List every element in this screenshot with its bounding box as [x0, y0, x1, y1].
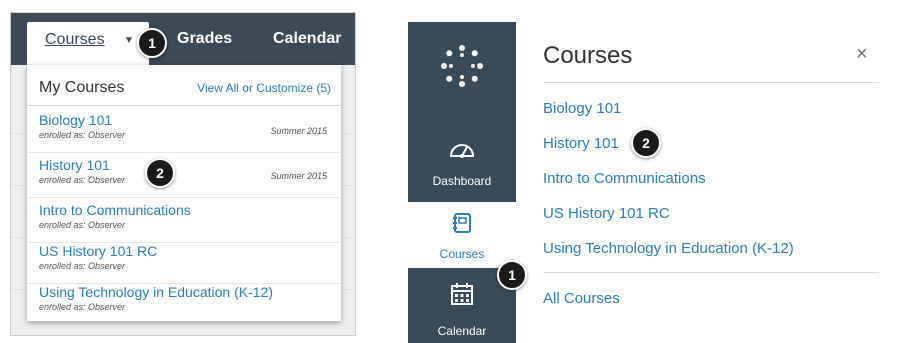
tray-course-link[interactable]: US History 101 RC: [543, 205, 670, 222]
course-item[interactable]: History 101 enrolled as: Observer Summer…: [27, 153, 341, 198]
tray-title: Courses: [543, 42, 633, 69]
tray-course-link[interactable]: Biology 101: [543, 100, 621, 117]
nav-calendar[interactable]: Calendar: [273, 30, 341, 48]
course-item[interactable]: Intro to Communications enrolled as: Obs…: [27, 198, 341, 243]
course-name[interactable]: Intro to Communications: [39, 202, 191, 218]
old-ui-screenshot: Grades Calendar Courses ▼ My Courses Vie…: [10, 12, 356, 336]
course-item[interactable]: US History 101 RC enrolled as: Observer: [27, 239, 341, 284]
courses-label: Courses: [439, 247, 485, 261]
callout-badge-2: 2: [145, 158, 175, 188]
canvas-logo-icon: [441, 45, 483, 87]
course-role: enrolled as: Observer: [39, 130, 126, 140]
course-name[interactable]: Biology 101: [39, 112, 112, 128]
course-role: enrolled as: Observer: [39, 220, 126, 230]
tray-course-link[interactable]: Using Technology in Education (K-12): [543, 240, 794, 257]
courses-book-icon: [453, 213, 471, 233]
tray-course-link[interactable]: Intro to Communications: [543, 170, 706, 187]
nav-dashboard[interactable]: Dashboard: [408, 114, 516, 202]
dashboard-gauge-icon: [449, 144, 475, 158]
callout-badge-2: 2: [631, 128, 661, 158]
course-role: enrolled as: Observer: [39, 261, 126, 271]
calendar-label: Calendar: [437, 324, 487, 338]
divider: [27, 105, 341, 106]
course-name[interactable]: Using Technology in Education (K-12): [39, 284, 273, 300]
callout-badge-1: 1: [497, 260, 527, 290]
close-icon[interactable]: ×: [856, 43, 868, 66]
divider: [543, 82, 879, 83]
dashboard-label: Dashboard: [432, 174, 492, 188]
global-navigation: Dashboard Courses Calendar: [408, 22, 516, 343]
logo-block: [408, 22, 516, 114]
all-courses-link[interactable]: All Courses: [543, 290, 620, 307]
callout-badge-1: 1: [137, 28, 167, 58]
courses-dropdown: My Courses View All or Customize (5) Bio…: [27, 65, 341, 321]
course-name[interactable]: US History 101 RC: [39, 243, 157, 259]
course-item[interactable]: Using Technology in Education (K-12) enr…: [27, 280, 341, 324]
course-term: Summer 2015: [270, 171, 327, 181]
nav-courses-label: Courses: [45, 31, 105, 48]
dropdown-header: My Courses: [39, 79, 125, 96]
nav-courses[interactable]: Courses: [408, 202, 516, 268]
course-term: Summer 2015: [270, 126, 327, 136]
courses-tray: Courses × Biology 101 History 101 Intro …: [543, 22, 883, 332]
tray-course-link[interactable]: History 101: [543, 135, 619, 152]
course-item[interactable]: Biology 101 enrolled as: Observer Summer…: [27, 108, 341, 153]
nav-grades[interactable]: Grades: [177, 30, 232, 48]
course-name[interactable]: History 101: [39, 157, 110, 173]
view-all-link[interactable]: View All or Customize (5): [197, 81, 331, 95]
chevron-down-icon: ▼: [124, 35, 134, 46]
divider: [543, 272, 879, 273]
course-role: enrolled as: Observer: [39, 175, 126, 185]
course-role: enrolled as: Observer: [39, 302, 126, 312]
nav-courses-menu[interactable]: Courses ▼: [27, 22, 149, 65]
calendar-icon: [451, 283, 473, 305]
